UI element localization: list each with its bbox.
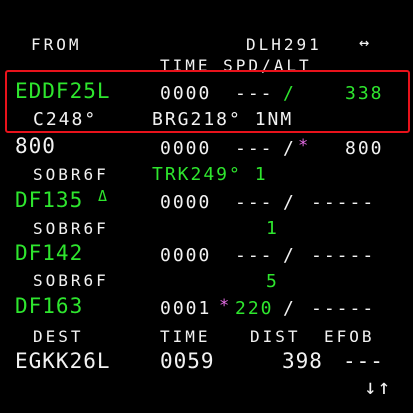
leg-distance: 5: [266, 271, 279, 292]
waypoint-speed: ---: [235, 138, 274, 159]
waypoint-time: 0000: [160, 138, 212, 159]
waypoint-altitude[interactable]: -----: [311, 300, 375, 318]
waypoint-time: 0000: [160, 192, 212, 213]
waypoint-speed: ---: [235, 192, 274, 213]
waypoint-ident[interactable]: EDDF25L: [15, 81, 111, 102]
waypoint-speed: ---: [235, 245, 274, 266]
altitude-constraint-star: *: [298, 136, 311, 156]
dest-dist-label: DIST: [250, 327, 301, 346]
leg-course: C248°: [33, 109, 98, 130]
waypoint-time: 0000: [160, 245, 212, 266]
dest-efob-label: EFOB: [324, 327, 375, 346]
speed-alt-separator: /: [283, 83, 296, 104]
dest-airport[interactable]: EGKK26L: [15, 351, 111, 372]
dest-distance: 398: [282, 349, 323, 373]
airway-name: SOBR6F: [33, 271, 109, 290]
speed-constraint-star: *: [219, 296, 232, 316]
waypoint-altitude[interactable]: 800: [345, 140, 384, 158]
waypoint-speed: ---: [235, 83, 274, 104]
dest-label: DEST: [33, 327, 84, 346]
dest-time-label: TIME: [160, 327, 211, 346]
mcdu-flight-plan-page: FROM DLH291 ↔ TIME SPD/ALT EDDF25L 0000 …: [0, 0, 413, 413]
leg-bearing-distance: BRG218° 1NM: [152, 109, 294, 130]
waypoint-time: 0001: [160, 298, 212, 319]
scroll-arrows-icon[interactable]: ↓↑: [364, 377, 391, 398]
waypoint-altitude[interactable]: -----: [311, 247, 375, 265]
waypoint-altitude[interactable]: -----: [311, 194, 375, 212]
waypoint-altitude[interactable]: 338: [345, 85, 384, 103]
airway-name: SOBR6F: [33, 165, 109, 184]
waypoint-ident[interactable]: 800: [15, 136, 56, 157]
speed-alt-separator: /: [283, 192, 296, 213]
from-label: FROM: [31, 35, 82, 54]
flyover-delta-icon: Δ: [98, 187, 109, 205]
waypoint-speed[interactable]: 220: [235, 300, 274, 318]
waypoint-ident[interactable]: DF142: [15, 243, 83, 264]
speed-alt-separator: /: [283, 298, 296, 319]
swap-arrows-icon[interactable]: ↔: [359, 35, 372, 52]
dest-time: 0059: [160, 349, 215, 373]
leg-distance: 1: [266, 218, 279, 239]
speed-alt-separator: /: [283, 138, 296, 159]
airway-name: SOBR6F: [33, 219, 109, 238]
waypoint-ident[interactable]: DF163: [15, 296, 83, 317]
waypoint-ident[interactable]: DF135: [15, 190, 83, 211]
flight-number: DLH291: [246, 35, 322, 54]
dest-efob: ---: [343, 349, 384, 373]
leg-track-distance: TRK249° 1: [152, 164, 268, 185]
waypoint-time: 0000: [160, 83, 212, 104]
speed-alt-separator: /: [283, 245, 296, 266]
